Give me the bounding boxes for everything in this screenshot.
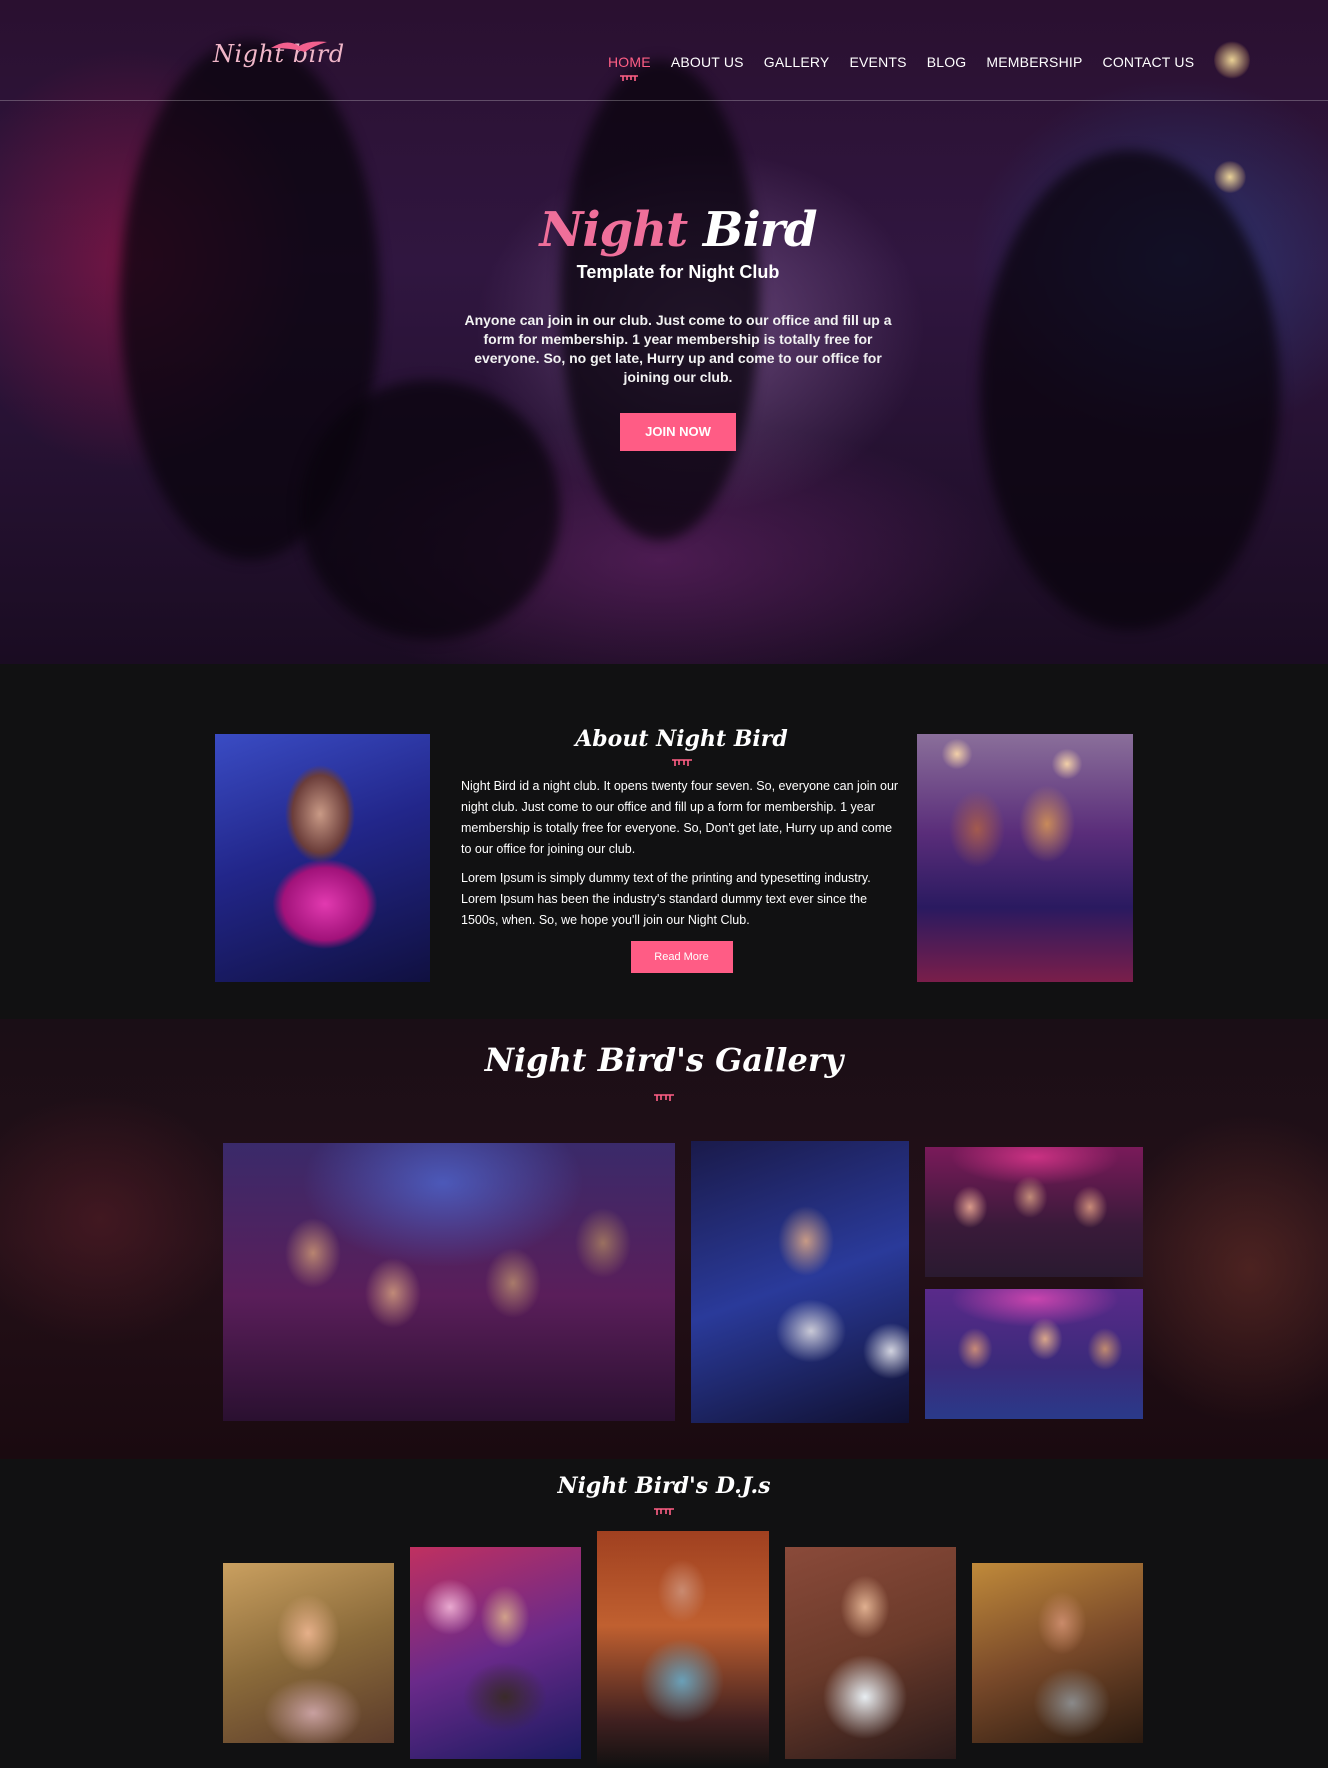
hero-subtitle: Template for Night Club: [576, 262, 780, 282]
dj-photo[interactable]: [223, 1563, 394, 1743]
hero-title-white: Bird: [702, 202, 818, 258]
bird-logo-icon: [271, 41, 327, 52]
hero-title-pink: Night: [539, 202, 688, 258]
join-now-button[interactable]: JOIN NOW: [620, 413, 736, 451]
djs-divider: [0, 1507, 1328, 1517]
hero-crowd-shape: [980, 150, 1280, 630]
nav-item-label: HOME: [608, 54, 651, 70]
about-photo-right: [917, 734, 1133, 982]
about-title: About Night Bird: [575, 726, 788, 752]
ornament-divider-icon: [654, 1508, 674, 1515]
site-logo[interactable]: Night bird: [213, 36, 344, 82]
gallery-image[interactable]: [925, 1147, 1143, 1277]
nav-item-about-us[interactable]: ABOUT US: [671, 54, 744, 70]
about-photo-left: [215, 734, 430, 982]
hero-title: Night Bird: [464, 200, 892, 260]
gallery-image[interactable]: [223, 1143, 675, 1421]
about-paragraph-1: Night Bird id a night club. It opens twe…: [461, 779, 899, 856]
main-nav: HOME ABOUT US GALLERY EVENTS BLOG MEMBER…: [608, 54, 1214, 81]
gallery-section: Night Bird's Gallery: [0, 1019, 1328, 1459]
hero-text: Anyone can join in our club. Just come t…: [464, 312, 892, 385]
dj-photo[interactable]: [785, 1547, 956, 1759]
read-more-button[interactable]: Read More: [630, 941, 733, 973]
gallery-image[interactable]: [691, 1141, 909, 1423]
nav-item-label: EVENTS: [849, 54, 907, 70]
nav-item-gallery[interactable]: GALLERY: [764, 54, 830, 70]
ornament-divider-icon: [654, 1094, 674, 1101]
dj-photo[interactable]: [972, 1563, 1143, 1743]
gallery-title: Night Bird's Gallery: [484, 1041, 844, 1079]
about-section: About Night Bird Night Bird id a night c…: [0, 664, 1328, 1019]
ornament-divider-icon: [671, 759, 692, 766]
about-paragraph-2: Lorem Ipsum is simply dummy text of the …: [461, 871, 871, 927]
nav-item-contact-us[interactable]: CONTACT US: [1103, 54, 1195, 70]
gallery-image[interactable]: [925, 1289, 1143, 1419]
djs-title: Night Bird's D.J.s: [557, 1473, 771, 1499]
gallery-divider: [0, 1093, 1328, 1103]
hero-content: Night Bird Template for Night Club Anyon…: [464, 200, 892, 451]
nav-item-label: GALLERY: [763, 54, 830, 70]
site-header: Night bird HOME ABOUT US GALLERY EVENTS: [0, 0, 1328, 101]
about-button-wrap: Read More: [461, 941, 902, 973]
nav-item-label: CONTACT US: [1102, 54, 1195, 70]
about-body: About Night Bird Night Bird id a night c…: [461, 726, 902, 973]
dj-photo[interactable]: [410, 1547, 581, 1759]
djs-section: Night Bird's D.J.s: [0, 1459, 1328, 1768]
nav-item-label: BLOG: [926, 54, 967, 70]
nav-item-label: ABOUT US: [670, 54, 744, 70]
nav-item-label: MEMBERSHIP: [986, 54, 1083, 70]
hero-light: [1214, 160, 1246, 194]
nav-item-events[interactable]: EVENTS: [849, 54, 906, 70]
ornament-divider-icon: [620, 75, 639, 81]
nav-item-blog[interactable]: BLOG: [927, 54, 967, 70]
nav-item-home[interactable]: HOME: [608, 54, 651, 81]
nav-item-membership[interactable]: MEMBERSHIP: [986, 54, 1082, 70]
hero-section: Night bird HOME ABOUT US GALLERY EVENTS: [0, 0, 1328, 664]
dj-photo[interactable]: [597, 1531, 769, 1768]
